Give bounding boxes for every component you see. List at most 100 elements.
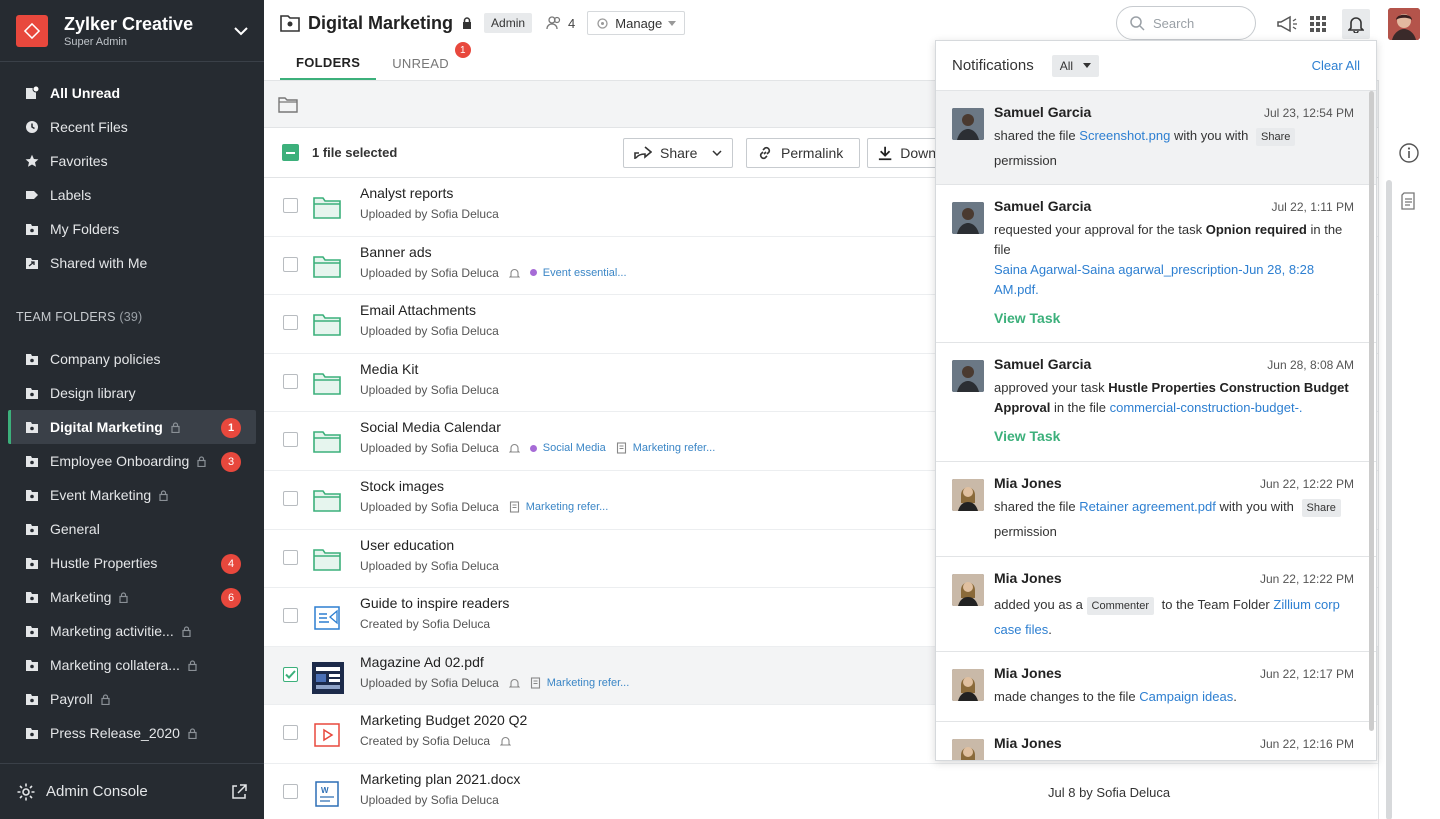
team-folder-item[interactable]: Employee Onboarding 3	[0, 444, 264, 478]
user-avatar[interactable]	[1388, 8, 1420, 40]
msg-text: approved your task	[994, 380, 1109, 395]
apps-grid-icon[interactable]	[1310, 16, 1326, 32]
team-folder-item[interactable]: Payroll	[0, 682, 264, 716]
file-row[interactable]: W Marketing plan 2021.docx Uploaded by Sof…	[264, 764, 1378, 819]
file-checkbox[interactable]	[283, 666, 298, 682]
nav-favorites[interactable]: Favorites	[0, 144, 264, 178]
external-link-icon[interactable]	[231, 783, 247, 800]
team-folder-item[interactable]: Company policies	[0, 342, 264, 376]
notifications-title: Notifications	[952, 57, 1034, 74]
file-checkbox[interactable]	[283, 256, 298, 272]
team-folder-item[interactable]: Marketing 6	[0, 580, 264, 614]
file-checkbox[interactable]	[283, 373, 298, 389]
file-reference-tag[interactable]: Marketing refer...	[633, 442, 716, 454]
search-input[interactable]: Search	[1116, 6, 1256, 40]
file-link[interactable]: Campaign ideas	[1139, 689, 1233, 704]
share-button[interactable]: Share	[623, 138, 733, 168]
file-link[interactable]: commercial-construction-budget-.	[1110, 400, 1303, 415]
notification-item[interactable]: Samuel Garcia Jul 22, 1:11 PM requested …	[936, 185, 1376, 343]
permalink-button[interactable]: Permalink	[746, 138, 860, 168]
file-checkbox[interactable]	[283, 490, 298, 506]
file-name[interactable]: Social Media Calendar	[360, 419, 501, 435]
file-checkbox[interactable]	[283, 549, 298, 565]
show-file-icon	[312, 720, 342, 750]
file-name[interactable]: Banner ads	[360, 244, 432, 260]
file-meta: Uploaded by Sofia Deluca Marketing refer.…	[360, 676, 629, 690]
team-folder-item[interactable]: Marketing collatera...	[0, 648, 264, 682]
file-label-tag[interactable]: Social Media	[543, 442, 606, 454]
file-name[interactable]: Marketing plan 2021.docx	[360, 771, 520, 787]
bell-icon	[1348, 17, 1364, 33]
megaphone-icon[interactable]	[1276, 14, 1298, 34]
notification-item[interactable]: Mia Jones Jun 22, 12:22 PM shared the fi…	[936, 462, 1376, 557]
notifications-filter[interactable]: All	[1051, 54, 1100, 77]
file-name[interactable]: User education	[360, 537, 454, 553]
notification-item[interactable]: Mia Jones Jun 22, 12:16 PM	[936, 722, 1376, 760]
lock-icon	[101, 693, 110, 705]
team-folder-item[interactable]: Design library	[0, 376, 264, 410]
team-folder-label: Company policies	[50, 351, 161, 367]
file-reference-tag[interactable]: Marketing refer...	[547, 677, 630, 689]
notification-item[interactable]: Samuel Garcia Jun 28, 8:08 AM approved y…	[936, 343, 1376, 462]
nav-labels[interactable]: Labels	[0, 178, 264, 212]
activity-icon[interactable]	[1400, 191, 1418, 211]
file-name[interactable]: Guide to inspire readers	[360, 595, 509, 611]
file-name[interactable]: Magazine Ad 02.pdf	[360, 654, 484, 670]
file-link[interactable]: Retainer agreement.pdf	[1079, 499, 1216, 514]
members-button[interactable]: 4	[546, 16, 575, 31]
nav-label: Favorites	[50, 153, 108, 169]
notifications-scrollbar[interactable]	[1369, 91, 1374, 731]
file-link[interactable]: Screenshot.png	[1079, 128, 1170, 143]
team-folders-title: TEAM FOLDERS	[16, 310, 116, 324]
permission-chip: Share	[1301, 499, 1341, 517]
file-checkbox[interactable]	[283, 198, 298, 213]
notifications-header: Notifications All Clear All	[936, 41, 1376, 91]
file-name[interactable]: Stock images	[360, 478, 444, 494]
team-folder-item[interactable]: Event Marketing	[0, 478, 264, 512]
file-name[interactable]: Media Kit	[360, 361, 418, 377]
org-switcher[interactable]: Zylker Creative Super Admin	[0, 0, 264, 62]
file-reference-tag[interactable]: Marketing refer...	[526, 501, 609, 513]
admin-console-link[interactable]: Admin Console	[0, 763, 264, 819]
nav-recent-files[interactable]: Recent Files	[0, 110, 264, 144]
nav-shared-with-me[interactable]: Shared with Me	[0, 246, 264, 280]
file-name[interactable]: Analyst reports	[360, 185, 453, 201]
tab-unread[interactable]: UNREAD 1	[376, 42, 471, 80]
nav-my-folders[interactable]: My Folders	[0, 212, 264, 246]
file-checkbox[interactable]	[283, 315, 298, 331]
team-folder-item[interactable]: Marketing activitie...	[0, 614, 264, 648]
team-folder-label: Design library	[50, 385, 136, 401]
file-checkbox[interactable]	[283, 608, 298, 624]
team-folder-item[interactable]: General	[0, 512, 264, 546]
pdf-file-icon	[312, 661, 344, 694]
nav-all-unread[interactable]: All Unread	[0, 76, 264, 110]
notification-item[interactable]: Samuel Garcia Jul 23, 12:54 PM shared th…	[936, 91, 1376, 185]
file-checkbox[interactable]	[283, 783, 298, 799]
view-task-link[interactable]: View Task	[994, 310, 1354, 326]
file-name[interactable]: Email Attachments	[360, 302, 476, 318]
file-list-scrollbar[interactable]	[1386, 180, 1392, 819]
notification-message: shared the file Screenshot.png with you …	[994, 126, 1354, 176]
select-all-checkbox[interactable]	[282, 144, 299, 161]
file-link[interactable]: Saina Agarwal-Saina agarwal_prescription…	[994, 262, 1314, 297]
view-task-link[interactable]: View Task	[994, 428, 1354, 444]
all-unread-icon	[26, 86, 39, 99]
file-checkbox[interactable]	[283, 725, 298, 741]
manage-dropdown[interactable]: Manage	[587, 11, 686, 35]
notifications-button[interactable]	[1342, 9, 1370, 39]
file-name[interactable]: Marketing Budget 2020 Q2	[360, 712, 527, 728]
chevron-down-icon[interactable]	[712, 150, 722, 156]
team-folder-item[interactable]: Press Release_2020	[0, 716, 264, 750]
info-icon[interactable]	[1399, 143, 1419, 163]
notification-item[interactable]: Mia Jones Jun 22, 12:22 PM added you as …	[936, 557, 1376, 652]
clear-all-link[interactable]: Clear All	[1312, 58, 1360, 73]
tab-folders[interactable]: FOLDERS	[280, 46, 377, 80]
team-folder-item[interactable]: Digital Marketing 1	[8, 410, 256, 444]
folder-outline-icon[interactable]	[278, 97, 298, 113]
team-folder-item[interactable]: Hustle Properties 4	[0, 546, 264, 580]
team-folder-icon	[26, 388, 38, 399]
notification-item[interactable]: Mia Jones Jun 22, 12:17 PM made changes …	[936, 652, 1376, 722]
chevron-down-icon[interactable]	[234, 26, 248, 36]
file-checkbox[interactable]	[283, 432, 298, 448]
file-label-tag[interactable]: Event essential...	[543, 267, 627, 279]
